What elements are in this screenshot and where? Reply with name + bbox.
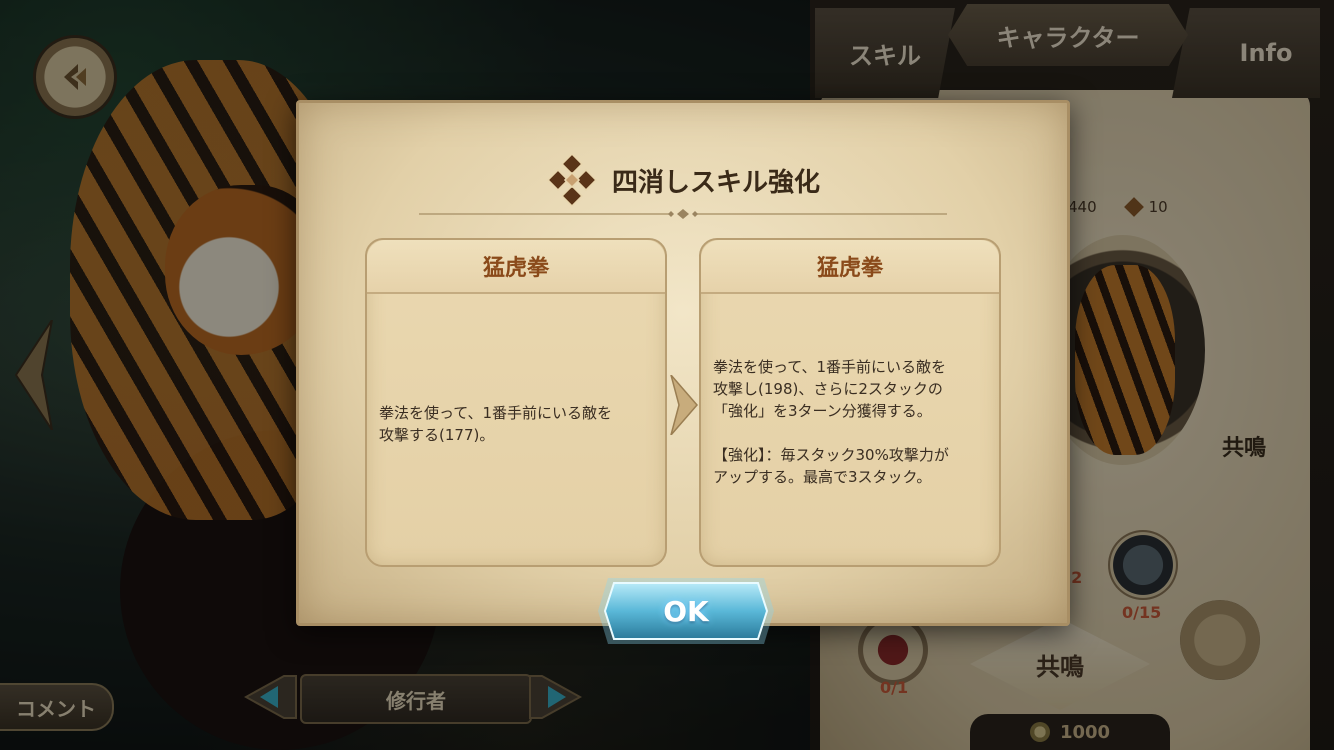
skill-before-description: 拳法を使って、1番手前にいる敵を 攻撃する(177)。 — [379, 404, 613, 444]
skill-upgrade-dialog: 四消しスキル強化 猛虎拳 拳法を使って、1番手前にいる敵を 攻撃する(177)。… — [296, 100, 1070, 626]
skill-before-name: 猛虎拳 — [367, 240, 665, 294]
title-divider — [419, 209, 947, 219]
diamond-cluster-icon — [547, 154, 597, 206]
ok-button[interactable] — [596, 574, 776, 648]
skill-after-card: 猛虎拳 拳法を使って、1番手前にいる敵を 攻撃し(198)、さらに2スタックの … — [699, 238, 1001, 567]
upgrade-arrow-icon — [670, 375, 698, 435]
skill-after-name: 猛虎拳 — [701, 240, 999, 294]
skill-before-card: 猛虎拳 拳法を使って、1番手前にいる敵を 攻撃する(177)。 — [365, 238, 667, 567]
dialog-header: 四消しスキル強化 — [299, 154, 1067, 206]
dialog-title: 四消しスキル強化 — [611, 167, 820, 198]
skill-after-description: 拳法を使って、1番手前にいる敵を 攻撃し(198)、さらに2スタックの 「強化」… — [713, 358, 949, 486]
